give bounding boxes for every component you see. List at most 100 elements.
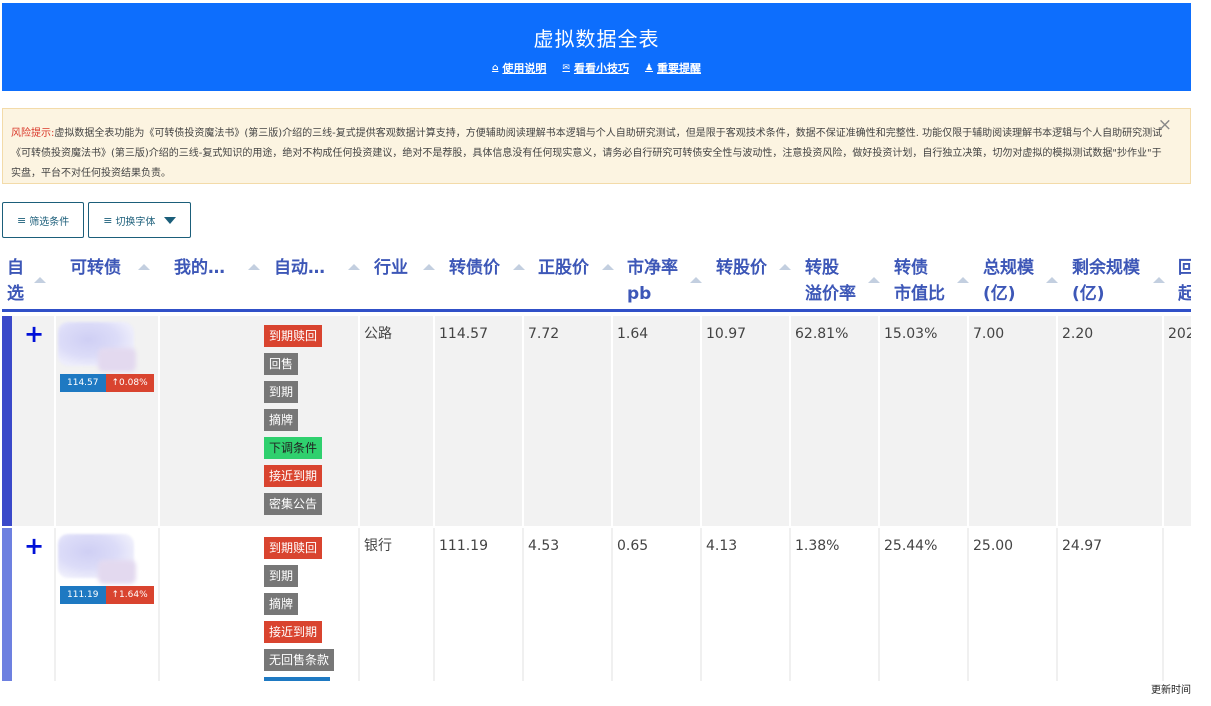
user-icon: ♟	[644, 63, 654, 73]
sort-icon[interactable]	[602, 264, 614, 270]
bond-table: 自选 可转债 我的… 自动… 行业 转债价 正股价 市净率 pb 转股价 转股 溢价…	[2, 248, 1191, 681]
tag[interactable]: 下调条件	[264, 437, 323, 459]
price-badge: 114.57	[60, 374, 106, 392]
sort-icon[interactable]	[248, 264, 260, 270]
important-notice-label: 重要提醒	[657, 62, 702, 75]
remain-size-cell: 2.20	[1062, 326, 1094, 342]
tips-link[interactable]: ✉ 看看小技巧	[562, 60, 629, 76]
tag[interactable]: 无回售条款	[264, 649, 335, 671]
pb-cell: 1.64	[617, 326, 649, 342]
column-header-mcap-ratio[interactable]: 转债 市值比	[894, 255, 945, 307]
switch-font-label: 切换字体	[115, 216, 156, 228]
add-to-watchlist-icon[interactable]: +	[24, 534, 44, 558]
table-header: 自选 可转债 我的… 自动… 行业 转债价 正股价 市净率 pb 转股价 转股 溢价…	[2, 248, 1191, 312]
conv-price-cell: 4.13	[706, 538, 738, 554]
usage-guide-label: 使用说明	[502, 62, 547, 75]
page-title: 虚拟数据全表	[533, 27, 660, 51]
premium-cell: 62.81%	[795, 326, 849, 342]
risk-warning-alert: 风险提示:虚拟数据全表功能为《可转债投资魔法书》(第三版)介绍的三线-复式提供客…	[2, 108, 1191, 184]
tips-label: 看看小技巧	[573, 62, 629, 75]
change-badge: ↑0.08%	[105, 374, 154, 392]
conv-price-cell: 10.97	[706, 326, 747, 342]
sort-icon[interactable]	[348, 264, 360, 270]
menu-icon: ≡	[103, 213, 113, 227]
sort-icon[interactable]	[138, 264, 150, 270]
column-header-remain-size[interactable]: 剩余规模 (亿)	[1072, 255, 1140, 307]
column-header-name[interactable]: 可转债	[70, 255, 121, 281]
mcap-ratio-cell: 25.44%	[884, 538, 938, 554]
tag[interactable]: 到期	[264, 565, 299, 587]
header-links: ⌂ 使用说明 ✉ 看看小技巧 ♟ 重要提醒	[2, 60, 1191, 76]
premium-cell: 1.38%	[795, 538, 840, 554]
tag[interactable]: 到期	[264, 381, 299, 403]
tag[interactable]	[264, 677, 330, 681]
column-header-pb[interactable]: 市净率 pb	[627, 255, 678, 307]
risk-warning-text: 虚拟数据全表功能为《可转债投资魔法书》(第三版)介绍的三线-复式提供客观数据计算…	[11, 128, 1163, 179]
total-size-cell: 25.00	[973, 538, 1014, 554]
filter-conditions-button[interactable]: ≡ 筛选条件	[2, 202, 85, 238]
sort-icon[interactable]	[1153, 277, 1165, 283]
stock-price-cell: 7.72	[528, 326, 560, 342]
envelope-icon: ✉	[562, 63, 570, 73]
caret-down-icon	[164, 216, 177, 224]
update-time-label: 更新时间	[1151, 685, 1191, 696]
row-indicator	[2, 316, 12, 526]
column-header-stock-price[interactable]: 正股价	[538, 255, 589, 281]
industry-cell: 银行	[364, 538, 392, 554]
column-header-next[interactable]: 回起	[1178, 255, 1191, 307]
add-to-watchlist-icon[interactable]: +	[24, 322, 44, 346]
sort-icon[interactable]	[779, 264, 791, 270]
redacted-bond-name	[98, 348, 136, 372]
tag[interactable]: 接近到期	[264, 621, 323, 643]
total-size-cell: 7.00	[973, 326, 1005, 342]
filter-conditions-label: 筛选条件	[29, 216, 70, 228]
important-notice-link[interactable]: ♟ 重要提醒	[645, 60, 701, 76]
bond-price-cell: 114.57	[439, 326, 488, 342]
price-change-badge[interactable]: 111.19 ↑1.64%	[60, 586, 154, 604]
bond-price-cell: 111.19	[439, 538, 488, 554]
tag[interactable]: 摘牌	[264, 593, 299, 615]
stock-price-cell: 4.53	[528, 538, 560, 554]
table-row[interactable]: + 114.57 ↑0.08% 到期赎回 回售 到期 摘牌 下调条件 接近到期 …	[2, 316, 1191, 526]
change-badge: ↑1.64%	[105, 586, 154, 604]
column-header-industry[interactable]: 行业	[374, 255, 408, 281]
sort-icon[interactable]	[957, 277, 969, 283]
column-header-mine[interactable]: 我的…	[174, 255, 225, 281]
table-row[interactable]: + 111.19 ↑1.64% 到期赎回 到期 摘牌 接近到期 无回售条款 银行…	[2, 528, 1191, 681]
pb-cell: 0.65	[617, 538, 649, 554]
tag[interactable]: 摘牌	[264, 409, 299, 431]
price-change-badge[interactable]: 114.57 ↑0.08%	[60, 374, 154, 392]
menu-icon: ≡	[17, 213, 27, 227]
price-badge: 111.19	[60, 586, 106, 604]
sort-icon[interactable]	[513, 264, 525, 270]
redacted-bond-name	[98, 560, 136, 584]
column-header-total-size[interactable]: 总规模 (亿)	[983, 255, 1034, 307]
toolbar: ≡ 筛选条件 ≡ 切换字体	[2, 202, 192, 238]
page-header: 虚拟数据全表 ⌂ 使用说明 ✉ 看看小技巧 ♟ 重要提醒	[2, 3, 1191, 91]
column-header-premium[interactable]: 转股 溢价率	[805, 255, 856, 307]
tag[interactable]: 回售	[264, 353, 299, 375]
mcap-ratio-cell: 15.03%	[884, 326, 938, 342]
sort-icon[interactable]	[423, 264, 435, 270]
column-header-select[interactable]: 自选	[7, 255, 24, 307]
usage-guide-link[interactable]: ⌂ 使用说明	[492, 60, 546, 76]
tag[interactable]: 密集公告	[264, 493, 323, 515]
column-header-bond-price[interactable]: 转债价	[449, 255, 500, 281]
risk-warning-lead: 风险提示:	[11, 128, 55, 139]
industry-cell: 公路	[364, 326, 392, 342]
remain-size-cell: 24.97	[1062, 538, 1103, 554]
sort-icon[interactable]	[34, 277, 46, 283]
tag[interactable]: 接近到期	[264, 465, 323, 487]
tag[interactable]: 到期赎回	[264, 537, 323, 559]
sort-icon[interactable]	[690, 277, 702, 283]
row-indicator	[2, 528, 12, 681]
sort-icon[interactable]	[1046, 277, 1058, 283]
tag[interactable]: 到期赎回	[264, 325, 323, 347]
home-icon: ⌂	[491, 63, 499, 73]
close-icon[interactable]: ×	[1158, 117, 1172, 134]
sort-icon[interactable]	[868, 277, 880, 283]
column-header-conv-price[interactable]: 转股价	[716, 255, 767, 281]
column-header-auto[interactable]: 自动…	[274, 255, 325, 281]
next-cell: 202	[1168, 326, 1191, 342]
switch-font-button[interactable]: ≡ 切换字体	[88, 202, 192, 238]
